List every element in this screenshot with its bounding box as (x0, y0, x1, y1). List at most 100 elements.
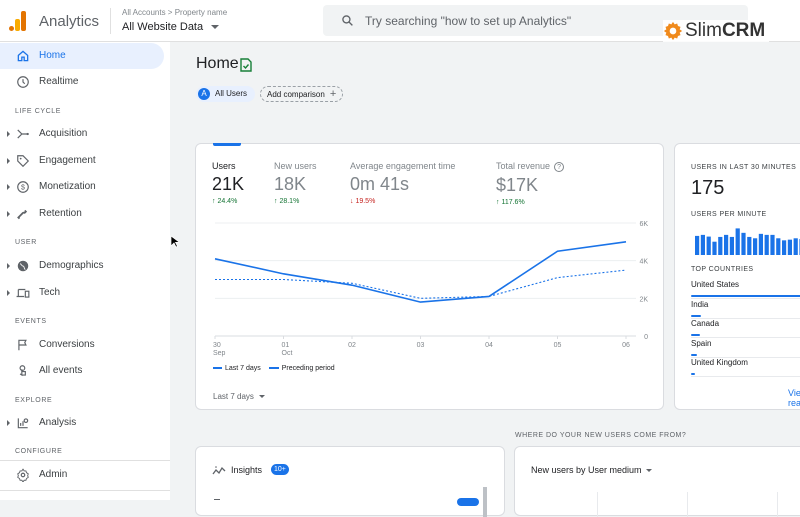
country-row[interactable]: United Kingdom (691, 358, 800, 377)
segment-chip-all-users[interactable]: A All Users (196, 86, 256, 102)
sidebar-item-tech[interactable]: Tech (0, 280, 164, 306)
brand-name: Analytics (39, 13, 100, 30)
main-content: Home A All Users Add comparison + Users 21… (170, 42, 800, 517)
user-medium-selector[interactable]: New users by User medium (531, 465, 652, 475)
new-badge (457, 498, 479, 506)
expand-arrow-icon[interactable] (7, 184, 10, 190)
expand-arrow-icon[interactable] (7, 211, 10, 217)
per-minute-bar (787, 239, 792, 255)
per-minute-bar (764, 234, 769, 255)
page-title: Home (196, 55, 239, 72)
users-per-minute-chart (695, 228, 800, 255)
top-countries-label: TOP COUNTRIES (691, 266, 754, 273)
realtime-card: USERS IN LAST 30 MINUTES 175 USERS PER M… (674, 143, 800, 410)
sidebar-item-acquisition[interactable]: Acquisition (0, 121, 164, 147)
x-tick-label: 30 (213, 342, 221, 349)
insights-count-badge: 10+ (271, 464, 289, 475)
x-tick-label: Sep (213, 350, 226, 357)
per-minute-bar (712, 241, 717, 255)
country-row[interactable]: Canada (691, 319, 800, 338)
new-users-source-card: New users by User medium (514, 446, 800, 517)
expand-arrow-icon[interactable] (7, 131, 10, 137)
sidebar-item-analysis[interactable]: Analysis (0, 410, 164, 436)
expand-arrow-icon[interactable] (7, 263, 10, 269)
sidebar: Home Realtime LIFE CYCLE Acquisition Eng… (0, 42, 170, 500)
divider (110, 8, 111, 34)
series-line-preceding-period (215, 269, 627, 299)
search-icon (342, 15, 353, 26)
metric-tab-total-revenue[interactable]: Total revenue? $17K ↑ 117.6% (496, 161, 565, 206)
segment-label: All Users (215, 89, 248, 98)
legend-preceding-period: Preceding period (281, 365, 335, 372)
chevron-down-icon (258, 395, 265, 399)
svg-text:$: $ (21, 185, 25, 192)
add-comparison-button[interactable]: Add comparison + (260, 86, 344, 102)
expand-arrow-icon[interactable] (7, 420, 10, 426)
per-minute-bar (706, 236, 711, 255)
y-tick-label: 4K (639, 259, 648, 266)
per-minute-bar (724, 234, 729, 255)
per-minute-bar (770, 234, 775, 255)
gear-icon (17, 468, 29, 482)
legend-last-7-days: Last 7 days (225, 365, 261, 372)
legend-dashed-swatch (268, 367, 279, 370)
sidebar-item-monetization[interactable]: $ Monetization (0, 174, 164, 200)
chart-legend: Last 7 days Preceding period (213, 365, 335, 372)
per-minute-bar (718, 236, 723, 255)
mouse-cursor-icon (170, 235, 179, 248)
country-row[interactable]: India (691, 300, 800, 319)
sidebar-item-label: Demographics (39, 260, 104, 271)
report-check-icon[interactable] (240, 58, 252, 72)
breadcrumb[interactable]: All Accounts > Property name (122, 8, 227, 17)
property-selector[interactable]: All Website Data (122, 21, 220, 33)
chart-gridline (687, 492, 688, 517)
per-minute-bar (735, 228, 740, 255)
sidebar-item-demographics[interactable]: Demographics (0, 253, 164, 279)
country-name: Canada (691, 319, 720, 328)
per-minute-bar (729, 236, 734, 255)
sidebar-item-engagement[interactable]: Engagement (0, 148, 164, 174)
tag-icon (17, 155, 30, 168)
expand-arrow-icon[interactable] (7, 290, 10, 296)
x-tick-label: 06 (622, 342, 630, 349)
sidebar-item-realtime[interactable]: Realtime (0, 69, 164, 95)
metric-tab-engagement-time[interactable]: Average engagement time 0m 41s ↓ 19.5% (350, 161, 455, 205)
sidebar-item-retention[interactable]: Retention (0, 201, 164, 227)
section-life-cycle: LIFE CYCLE (15, 108, 62, 115)
per-minute-bar (695, 235, 700, 255)
metric-tab-users[interactable]: Users 21K ↑ 24.4% (212, 161, 244, 205)
globe-icon (17, 260, 29, 272)
chevron-down-icon (645, 469, 652, 473)
analysis-icon (17, 418, 29, 429)
metric-label-text: Total revenue (496, 161, 551, 171)
insights-title: Insights (231, 465, 263, 475)
x-tick-label: 03 (417, 342, 425, 349)
insights-scrollbar[interactable] (483, 487, 487, 517)
per-minute-bar (758, 233, 763, 255)
sidebar-item-all-events[interactable]: All events (0, 358, 164, 384)
view-realtime-link[interactable]: View realtime (788, 388, 800, 408)
sidebar-item-admin[interactable]: Admin (0, 462, 164, 488)
sidebar-item-label: Retention (39, 208, 82, 219)
country-name: United Kingdom (691, 358, 748, 367)
watermark-text-regular: Slim (685, 20, 722, 41)
metric-label: New users (274, 161, 317, 171)
country-name: Spain (691, 338, 712, 348)
sidebar-item-conversions[interactable]: Conversions (0, 332, 164, 358)
top-bar: Analytics All Accounts > Property name A… (0, 0, 800, 42)
country-row[interactable]: Spain (691, 339, 800, 358)
expand-arrow-icon[interactable] (7, 158, 10, 164)
date-range-selector[interactable]: Last 7 days (213, 392, 265, 401)
section-explore: EXPLORE (15, 397, 53, 404)
help-icon[interactable]: ? (554, 161, 565, 172)
metric-label: Total revenue? (496, 161, 565, 172)
sidebar-item-home[interactable]: Home (0, 43, 164, 69)
users-per-minute-label: USERS PER MINUTE (691, 211, 767, 218)
selected-tab-indicator (213, 143, 241, 146)
divider (0, 460, 170, 461)
country-row[interactable]: United States (691, 280, 800, 299)
analytics-logo[interactable] (9, 11, 27, 31)
section-user: USER (15, 239, 37, 246)
metric-tab-new-users[interactable]: New users 18K ↑ 28.1% (274, 161, 317, 205)
clock-icon (17, 76, 29, 88)
